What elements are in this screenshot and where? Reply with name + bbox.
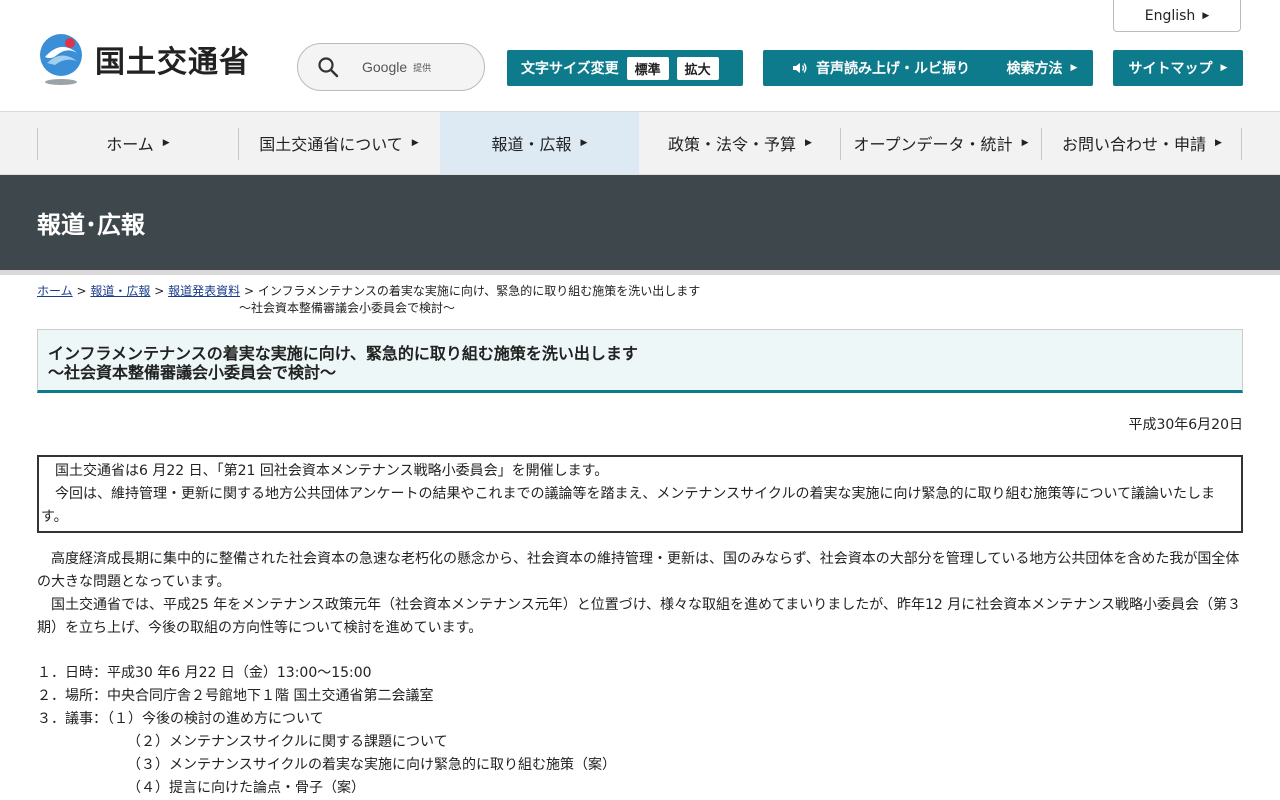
agenda-subitem: （４）提言に向けた論点・骨子（案） xyxy=(127,780,365,796)
arrow-right-icon: ▶ xyxy=(1021,138,1029,148)
arrow-right-icon: ▶ xyxy=(411,138,419,148)
nav-item-opendata[interactable]: オープンデータ・統計 ▶ xyxy=(841,112,1041,174)
breadcrumb-separator: > xyxy=(76,284,87,298)
article-heading: インフラメンテナンスの着実な実施に向け、緊急的に取り組む施策を洗い出します ～社… xyxy=(37,329,1243,393)
speaker-icon xyxy=(793,63,807,73)
nav-item-label: お問い合わせ・申請 xyxy=(1062,135,1207,154)
article-subtitle: ～社会資本整備審議会小委員会で検討～ xyxy=(48,363,337,382)
nav-divider xyxy=(1241,128,1242,160)
arrow-right-icon: ▶ xyxy=(1070,63,1078,73)
voice-reading-button[interactable]: 音声読み上げ・ルビ振り xyxy=(763,50,999,86)
arrow-right-icon: ▶ xyxy=(162,138,170,148)
body-paragraph: 高度経済成長期に集中的に整備された社会資本の急速な老朽化の懸念から、社会資本の維… xyxy=(37,551,1240,590)
breadcrumb-separator: > xyxy=(243,284,254,298)
english-link[interactable]: English ▶ xyxy=(1113,0,1241,32)
agenda-item: １．日時：平成30 年6 月22 日（金）13:00～15:00 xyxy=(37,665,372,681)
breadcrumb-current-subtitle: ～社会資本整備審議会小委員会で検討～ xyxy=(239,301,456,315)
band-divider xyxy=(0,270,1280,275)
nav-item-label: オープンデータ・統計 xyxy=(853,135,1013,154)
sitemap-button[interactable]: サイトマップ ▶ xyxy=(1113,50,1243,86)
nav-item-label: ホーム xyxy=(106,135,154,154)
article-title: インフラメンテナンスの着実な実施に向け、緊急的に取り組む施策を洗い出します xyxy=(48,344,638,363)
mlit-logo-icon xyxy=(37,33,85,85)
font-standard-button[interactable]: 標準 xyxy=(626,56,669,80)
publish-date: 平成30年6月20日 xyxy=(1128,417,1243,433)
summary-line: 今回は、維持管理・更新に関する地方公共団体アンケートの結果やこれまでの議論等を踏… xyxy=(41,486,1216,525)
search-brand: Google xyxy=(362,59,408,75)
global-nav: ホーム ▶ 国土交通省について ▶ 報道・広報 ▶ 政策・法令・予算 ▶ オープンデータ… xyxy=(0,112,1280,175)
breadcrumb-separator: > xyxy=(154,284,165,298)
breadcrumb-press-link[interactable]: 報道・広報 xyxy=(90,284,150,298)
sitemap-label: サイトマップ xyxy=(1128,61,1213,77)
voice-reading-label: 音声読み上げ・ルビ振り xyxy=(816,61,970,77)
font-size-control: 文字サイズ変更 標準 拡大 xyxy=(507,50,743,86)
arrow-right-icon: ▶ xyxy=(580,138,588,148)
site-search-box[interactable]: Google 提供 xyxy=(297,43,485,91)
arrow-right-icon: ▶ xyxy=(805,138,812,148)
section-title-band: 報道･広報 xyxy=(0,175,1280,270)
arrow-right-icon: ▶ xyxy=(1202,10,1210,21)
breadcrumb-current: インフラメンテナンスの着実な実施に向け、緊急的に取り組む施策を洗い出します xyxy=(257,284,701,298)
agenda-item: ３．議事：（１）今後の検討の進め方について xyxy=(37,711,324,727)
section-title: 報道･広報 xyxy=(37,211,145,239)
agenda-item: ２．場所：中央合同庁舎２号館地下１階 国土交通省第二会議室 xyxy=(37,688,434,704)
breadcrumb-releases-link[interactable]: 報道発表資料 xyxy=(168,284,240,298)
nav-item-policy[interactable]: 政策・法令・予算 ▶ xyxy=(640,112,840,174)
nav-item-label: 国土交通省について xyxy=(259,135,403,154)
search-method-button[interactable]: 検索方法 ▶ xyxy=(991,50,1093,86)
nav-item-label: 報道・広報 xyxy=(491,135,572,154)
article-body: 高度経済成長期に集中的に整備された社会資本の急速な老朽化の懸念から、社会資本の維… xyxy=(37,548,1243,800)
summary-box: 国土交通省は6 月22 日、「第21 回社会資本メンテナンス戦略小委員会」を開催… xyxy=(37,455,1243,533)
breadcrumb-home-link[interactable]: ホーム xyxy=(37,284,73,298)
agenda-subitem: （３）メンテナンスサイクルの着実な実施に向け緊急的に取り組む施策（案） xyxy=(127,757,617,773)
site-logo[interactable]: 国土交通省 xyxy=(37,33,250,85)
nav-item-contact[interactable]: お問い合わせ・申請 ▶ xyxy=(1042,112,1242,174)
logo-text: 国土交通省 xyxy=(95,45,250,80)
nav-item-label: 政策・法令・予算 xyxy=(668,135,797,154)
arrow-right-icon: ▶ xyxy=(1220,63,1228,73)
font-size-label: 文字サイズ変更 xyxy=(521,61,619,77)
summary-line: 国土交通省は6 月22 日、「第21 回社会資本メンテナンス戦略小委員会」を開催… xyxy=(41,463,609,479)
site-header: English ▶ 国土交通省 Google 提供 文字サイズ変更 標準 拡大 xyxy=(0,0,1280,112)
body-paragraph: 国土交通省では、平成25 年をメンテナンス政策元年（社会資本メンテナンス元年）と… xyxy=(37,597,1242,636)
arrow-right-icon: ▶ xyxy=(1215,138,1222,148)
nav-item-about[interactable]: 国土交通省について ▶ xyxy=(239,112,439,174)
nav-item-press[interactable]: 報道・広報 ▶ xyxy=(440,112,639,174)
breadcrumb: ホーム > 報道・広報 > 報道発表資料 > インフラメンテナンスの着実な実施に… xyxy=(37,283,700,317)
english-label: English xyxy=(1144,7,1196,24)
nav-item-home[interactable]: ホーム ▶ xyxy=(38,112,238,174)
search-provider-note: 提供 xyxy=(413,63,432,74)
font-large-button[interactable]: 拡大 xyxy=(676,56,719,80)
search-method-label: 検索方法 xyxy=(1006,61,1063,77)
agenda-subitem: （２）メンテナンスサイクルに関する課題について xyxy=(127,734,448,750)
search-icon xyxy=(318,57,339,78)
